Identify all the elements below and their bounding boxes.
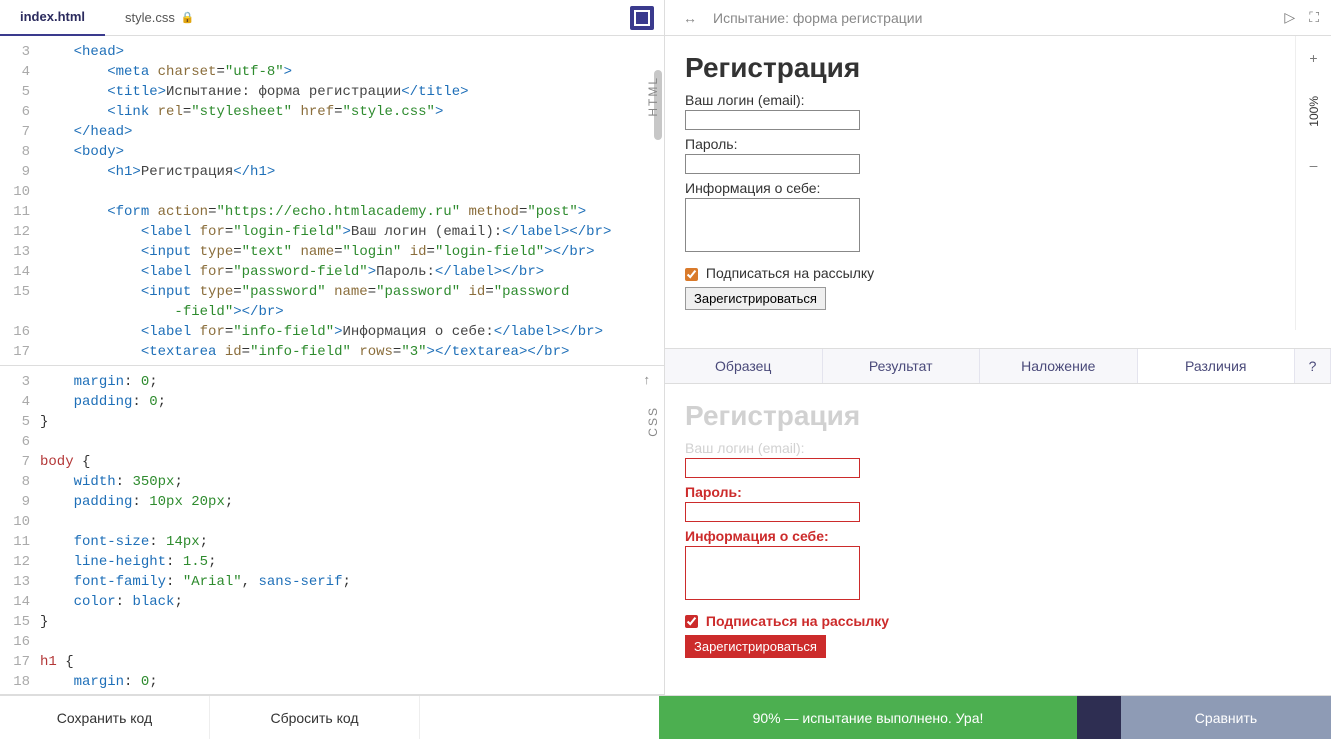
tab-style-css[interactable]: style.css 🔒 [105, 0, 215, 36]
preview-title: Испытание: форма регистрации [713, 10, 1274, 26]
ctab-result[interactable]: Результат [823, 349, 981, 383]
diff-password-label: Пароль: [685, 484, 1311, 500]
zoom-in-icon[interactable]: + [1309, 50, 1317, 66]
css-editor[interactable]: 3 margin: 0;4 padding: 0;5}6 7body {8 wi… [0, 366, 664, 696]
resize-icon[interactable]: ↔ [677, 10, 703, 26]
diff-password-input[interactable] [685, 502, 860, 522]
reset-code-button[interactable]: Сбросить код [210, 696, 420, 739]
footer: Сохранить код Сбросить код 90% — испытан… [0, 695, 1331, 739]
diff-heading: Регистрация [685, 400, 1311, 432]
ctab-sample[interactable]: Образец [665, 349, 823, 383]
ctab-help[interactable]: ? [1295, 349, 1331, 383]
preview-result: Регистрация Ваш логин (email): Пароль: И… [665, 36, 1331, 348]
diff-subscribe-checkbox[interactable] [685, 615, 698, 628]
compare-button[interactable]: Сравнить [1121, 696, 1331, 739]
play-icon[interactable]: ▷ [1284, 9, 1295, 26]
password-label: Пароль: [685, 136, 1287, 152]
save-code-button[interactable]: Сохранить код [0, 696, 210, 739]
lock-icon: 🔒 [181, 11, 195, 24]
diff-login-label: Ваш логин (email): [685, 440, 1311, 456]
preview-header: ↔ Испытание: форма регистрации ▷ ⛶ [665, 0, 1331, 36]
compare-tabs: Образец Результат Наложение Различия ? [665, 348, 1331, 384]
ctab-diff[interactable]: Различия [1138, 349, 1296, 383]
submit-button[interactable]: Зарегистрироваться [685, 287, 826, 310]
info-textarea[interactable] [685, 198, 860, 252]
diff-info-textarea[interactable] [685, 546, 860, 600]
arrow-up-icon[interactable]: ↑ [636, 372, 659, 387]
expand-icon[interactable]: ⛶ [1309, 9, 1319, 26]
preview-diff: Регистрация Ваш логин (email): Пароль: И… [665, 384, 1331, 696]
dark-block [1077, 696, 1121, 739]
login-input[interactable] [685, 110, 860, 130]
css-side-label: CSS [646, 406, 660, 437]
html-editor[interactable]: 3 <head>4 <meta charset="utf-8">5 <title… [0, 36, 664, 366]
password-input[interactable] [685, 154, 860, 174]
subscribe-label: Подписаться на рассылку [706, 265, 874, 281]
login-label: Ваш логин (email): [685, 92, 1287, 108]
diff-login-input[interactable] [685, 458, 860, 478]
html-side-label: HTML [646, 76, 660, 117]
diff-submit-button[interactable]: Зарегистрироваться [685, 635, 826, 658]
zoom-out-icon[interactable]: – [1310, 157, 1318, 173]
tab-index-html[interactable]: index.html [0, 0, 105, 36]
editor-tabs: index.html style.css 🔒 [0, 0, 664, 36]
zoom-level: 100% [1307, 96, 1321, 127]
preview-heading: Регистрация [685, 52, 1287, 84]
ctab-overlay[interactable]: Наложение [980, 349, 1138, 383]
layout-toggle-icon[interactable] [630, 6, 654, 30]
info-label: Информация о себе: [685, 180, 1287, 196]
status-bar: 90% — испытание выполнено. Ура! [659, 696, 1077, 739]
diff-info-label: Информация о себе: [685, 528, 1311, 544]
diff-subscribe-label: Подписаться на рассылку [706, 613, 889, 629]
subscribe-checkbox[interactable] [685, 268, 698, 281]
